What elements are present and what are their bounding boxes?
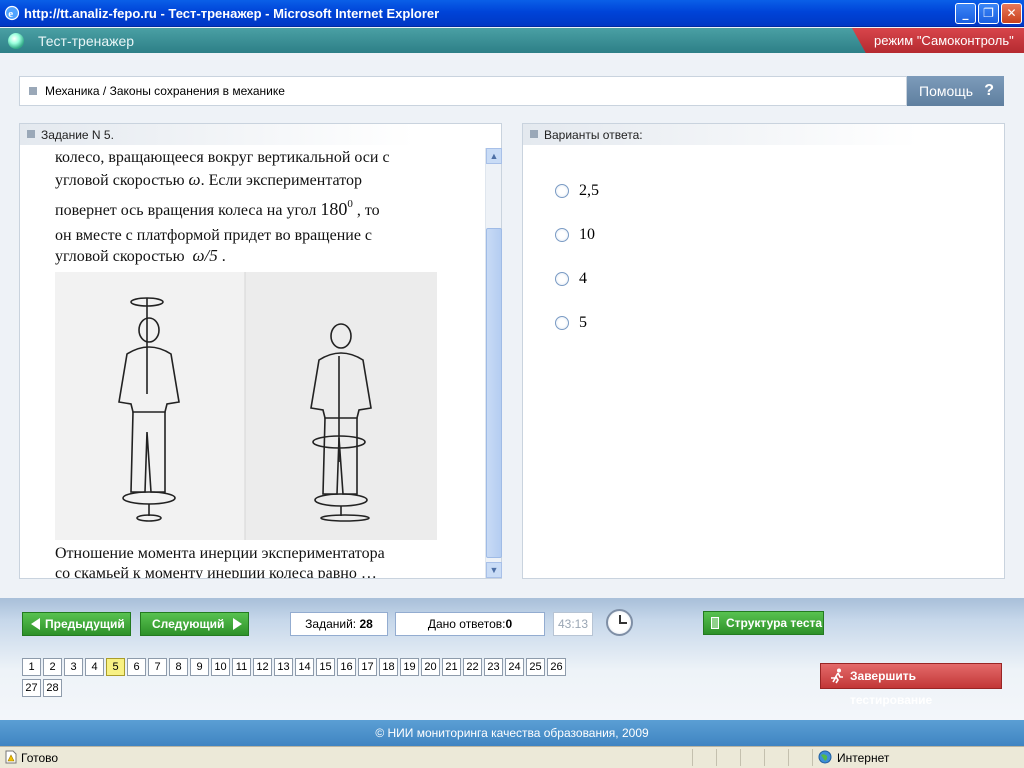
answers-title: Варианты ответа:	[544, 128, 643, 142]
question-number[interactable]: 6	[127, 658, 146, 676]
task-text-line: угловой скоростью ω/5 .	[55, 246, 226, 265]
minimize-button[interactable]: _	[955, 3, 976, 24]
task-text-line: со скамьей к моменту инерции колеса равн…	[55, 565, 377, 578]
answer-text: 2,5	[579, 182, 599, 199]
task-panel: Задание N 5. колесо, вращающееся вокруг …	[19, 123, 502, 579]
security-zone: Интернет	[837, 751, 890, 765]
question-number[interactable]: 9	[190, 658, 209, 676]
status-bar: Готово Интернет	[0, 746, 1024, 768]
question-number[interactable]: 1	[22, 658, 41, 676]
scroll-up-arrow-icon[interactable]: ▲	[486, 148, 502, 164]
clock-icon	[606, 609, 633, 636]
test-structure-button[interactable]: Структура теста	[703, 611, 824, 635]
question-number[interactable]: 8	[169, 658, 188, 676]
radio-button[interactable]	[555, 184, 569, 198]
omega-fraction: ω/5	[192, 246, 218, 265]
restore-button[interactable]: ❐	[978, 3, 999, 24]
task-title: Задание N 5.	[41, 128, 114, 142]
mode-badge: режим "Самоконтроль"	[852, 28, 1024, 53]
status-text: Готово	[21, 751, 59, 765]
task-text-line: Отношение момента инерции экспериментато…	[55, 545, 385, 562]
breadcrumb-text: Механика / Законы сохранения в механике	[45, 84, 285, 98]
running-man-icon	[831, 668, 843, 684]
task-text-line: колесо, вращающееся вокруг вертикальной …	[55, 149, 390, 166]
previous-button[interactable]: Предыдущий	[22, 612, 131, 636]
task-scrollbar[interactable]: ▲ ▼	[485, 148, 502, 578]
next-button[interactable]: Следующий	[140, 612, 249, 636]
answer-text: 10	[579, 226, 595, 243]
answer-text: 4	[579, 270, 587, 287]
question-number[interactable]: 16	[337, 658, 356, 676]
tasks-count: 28	[359, 617, 373, 631]
question-number[interactable]: 24	[505, 658, 524, 676]
timer: 43:13	[553, 612, 593, 636]
question-number[interactable]: 22	[463, 658, 482, 676]
experiment-illustration	[55, 272, 437, 540]
page-icon	[5, 750, 17, 764]
arrow-left-icon	[31, 618, 40, 630]
question-number[interactable]: 12	[253, 658, 272, 676]
question-number[interactable]: 28	[43, 679, 62, 697]
question-mark-icon: ?	[984, 82, 994, 99]
question-number[interactable]: 15	[316, 658, 335, 676]
answers-panel: Варианты ответа: 2,5 10 4 5	[522, 123, 1005, 579]
answered-count: 0	[505, 617, 513, 631]
task-text-line: повернет ось вращения колеса на угол 180…	[55, 198, 380, 219]
question-number[interactable]: 2	[43, 658, 62, 676]
radio-button[interactable]	[555, 316, 569, 330]
finish-test-button[interactable]: Завершить тестирование	[820, 663, 1002, 707]
internet-explorer-icon: e	[4, 5, 20, 21]
svg-text:e: e	[8, 8, 13, 20]
tasks-count-box: Заданий: 28	[290, 612, 388, 636]
answered-count-box: Дано ответов:0	[395, 612, 545, 636]
question-number[interactable]: 19	[400, 658, 419, 676]
question-number[interactable]: 14	[295, 658, 314, 676]
bullet-square-icon	[530, 130, 538, 138]
question-number[interactable]: 11	[232, 658, 251, 676]
question-number[interactable]: 13	[274, 658, 293, 676]
question-number[interactable]: 27	[22, 679, 41, 697]
angle-degree: 0	[347, 198, 353, 210]
omega-symbol: ω	[188, 170, 201, 189]
task-panel-header: Задание N 5.	[20, 124, 415, 145]
question-number[interactable]: 20	[421, 658, 440, 676]
radio-button[interactable]	[555, 228, 569, 242]
answer-text: 5	[579, 314, 587, 331]
window-title: http://tt.analiz-fepo.ru - Тест-тренажер…	[24, 6, 440, 21]
angle-value: 180	[320, 199, 348, 219]
arrow-right-icon	[233, 618, 242, 630]
window-title-bar: e http://tt.analiz-fepo.ru - Тест-тренаж…	[0, 0, 1024, 27]
app-logo-icon	[8, 33, 24, 49]
question-number[interactable]: 17	[358, 658, 377, 676]
question-number-current[interactable]: 5	[106, 658, 125, 676]
task-text-line: он вместе с платформой придет во вращени…	[55, 227, 373, 244]
copyright-footer: © НИИ мониторинга качества образования, …	[0, 720, 1024, 746]
question-number[interactable]: 26	[547, 658, 566, 676]
question-number[interactable]: 25	[526, 658, 545, 676]
question-number[interactable]: 21	[442, 658, 461, 676]
app-title: Тест-тренажер	[38, 33, 135, 49]
question-number[interactable]: 10	[211, 658, 230, 676]
globe-icon	[818, 750, 832, 764]
answers-panel-header: Варианты ответа:	[523, 124, 918, 145]
breadcrumb: Механика / Законы сохранения в механике	[19, 76, 907, 106]
question-number[interactable]: 18	[379, 658, 398, 676]
scroll-thumb[interactable]	[486, 228, 502, 558]
task-text-line: угловой скоростью ω. Если экспериментато…	[55, 170, 362, 189]
document-icon	[711, 617, 719, 629]
question-number[interactable]: 7	[148, 658, 167, 676]
bullet-square-icon	[29, 87, 37, 95]
bullet-square-icon	[27, 130, 35, 138]
question-number[interactable]: 23	[484, 658, 503, 676]
task-content: колесо, вращающееся вокруг вертикальной …	[55, 146, 485, 578]
help-label: Помощь	[919, 83, 974, 99]
question-number[interactable]: 4	[85, 658, 104, 676]
radio-button[interactable]	[555, 272, 569, 286]
scroll-down-arrow-icon[interactable]: ▼	[486, 562, 502, 578]
question-number[interactable]: 3	[64, 658, 83, 676]
close-button[interactable]: ✕	[1001, 3, 1022, 24]
help-button[interactable]: Помощь ?	[907, 76, 1004, 106]
